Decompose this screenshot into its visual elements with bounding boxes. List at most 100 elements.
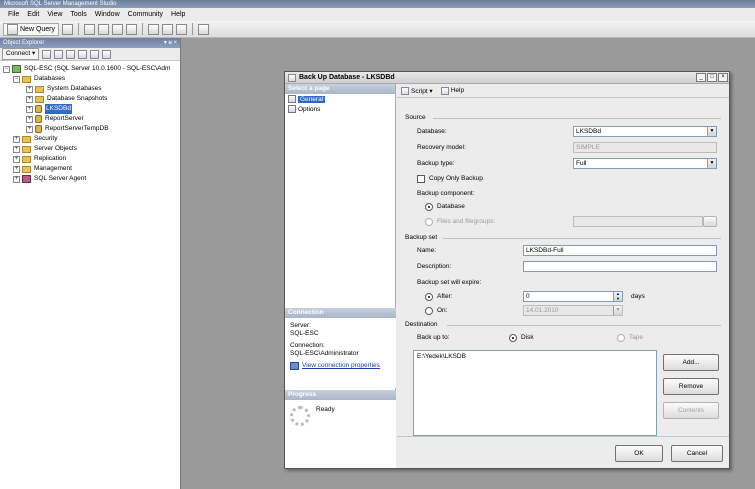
expire-after-radio[interactable]: [425, 293, 433, 301]
tree-node-databases[interactable]: − Databases: [0, 74, 180, 84]
refresh-icon[interactable]: [90, 49, 100, 59]
menu-help[interactable]: Help: [167, 8, 189, 21]
page-options[interactable]: Options: [285, 104, 395, 114]
menu-view[interactable]: View: [43, 8, 66, 21]
script-icon: [401, 86, 409, 95]
collapse-icon[interactable]: −: [13, 75, 20, 83]
save-all-icon[interactable]: [176, 23, 188, 35]
menu-tools[interactable]: Tools: [66, 8, 90, 21]
panel-pin-close-icons[interactable]: ▾ ᵾ ×: [164, 38, 177, 48]
tree-node-replication[interactable]: + Replication: [0, 154, 180, 164]
expand-icon[interactable]: +: [13, 155, 20, 163]
connect-engine-icon[interactable]: [42, 49, 52, 59]
backup-type-combo[interactable]: Full ▼: [573, 158, 717, 169]
component-database-radio[interactable]: [425, 203, 433, 211]
summary-icon[interactable]: [102, 49, 112, 59]
sql-agent-icon: [22, 175, 31, 183]
analysis-query-icon[interactable]: [98, 23, 110, 35]
connect-button[interactable]: Connect ▾: [2, 48, 40, 60]
expire-days-stepper[interactable]: 0 ▲ ▼: [523, 291, 623, 302]
new-file-icon[interactable]: [62, 23, 74, 35]
destination-disk-radio[interactable]: [509, 334, 517, 342]
backup-name-input[interactable]: LKSDBd-Full: [523, 245, 717, 256]
section-divider: [443, 238, 721, 239]
close-button[interactable]: ×: [718, 73, 728, 82]
tree-node-label: LKSDBd: [45, 104, 72, 114]
section-divider: [433, 118, 721, 119]
backup-set-section-label: Backup set: [405, 234, 438, 241]
expire-on-radio[interactable]: [425, 307, 433, 315]
expand-icon[interactable]: +: [13, 135, 20, 143]
tree-node-label: SQL Server Agent: [34, 175, 87, 182]
dialog-title-bar: Back Up Database - LKSDBd _ □ ×: [285, 72, 729, 84]
destination-tape-radio[interactable]: [617, 334, 625, 342]
open-folder-icon[interactable]: [148, 23, 160, 35]
component-files-label: Files and filegroups:: [437, 218, 496, 225]
xmla-query-icon[interactable]: [126, 23, 138, 35]
tree-node-security[interactable]: + Security: [0, 134, 180, 144]
menu-window[interactable]: Window: [91, 8, 124, 21]
database-engine-query-icon[interactable]: [84, 23, 96, 35]
spin-arrows-icon[interactable]: ▲ ▼: [613, 291, 622, 301]
remove-destination-button[interactable]: Remove: [663, 378, 719, 395]
contents-button[interactable]: Contents: [663, 402, 719, 419]
menu-file[interactable]: File: [4, 8, 23, 21]
server-label: Server:: [290, 322, 311, 329]
folder-icon: [22, 155, 31, 163]
expand-icon[interactable]: +: [13, 145, 20, 153]
tree-node-label: Databases: [34, 75, 66, 82]
filter-icon[interactable]: [78, 49, 88, 59]
stop-icon[interactable]: [66, 49, 76, 59]
tree-node-management[interactable]: + Management: [0, 164, 180, 174]
expand-icon[interactable]: +: [13, 175, 20, 183]
new-query-button[interactable]: New Query: [3, 22, 60, 36]
save-icon[interactable]: [162, 23, 174, 35]
cancel-button[interactable]: Cancel: [671, 445, 723, 462]
page-label: General: [298, 95, 326, 103]
menu-community[interactable]: Community: [124, 8, 167, 21]
add-destination-button[interactable]: Add...: [663, 354, 719, 371]
list-item[interactable]: E:\Yedek\LKSDB: [417, 353, 653, 360]
files-filegroups-field: [573, 216, 703, 227]
expand-icon[interactable]: +: [26, 95, 33, 103]
expand-icon[interactable]: +: [26, 105, 33, 113]
tree-node-server[interactable]: − SQL-ESC (SQL Server 10.0.1600 - SQL-ES…: [0, 64, 180, 74]
destination-list[interactable]: E:\Yedek\LKSDB: [413, 350, 657, 436]
tree-node-reportserver[interactable]: + ReportServer: [0, 114, 180, 124]
chevron-down-icon: ▼: [613, 306, 622, 315]
tree-node-lksdbd[interactable]: + LKSDBd: [0, 104, 180, 114]
tree-node-label: Replication: [34, 155, 67, 162]
disconnect-icon[interactable]: [54, 49, 64, 59]
view-connection-properties-link[interactable]: View connection properties: [290, 362, 391, 370]
progress-spinner-icon: [290, 406, 310, 426]
expand-icon[interactable]: +: [26, 85, 33, 93]
name-label: Name:: [417, 247, 437, 254]
expand-icon[interactable]: +: [13, 165, 20, 173]
maximize-button[interactable]: □: [707, 73, 717, 82]
ok-button[interactable]: OK: [615, 445, 663, 462]
activity-monitor-icon[interactable]: [198, 23, 210, 35]
tree-node-server-objects[interactable]: + Server Objects: [0, 144, 180, 154]
page-general[interactable]: General: [285, 94, 395, 104]
tree-node-system-databases[interactable]: + System Databases: [0, 84, 180, 94]
files-browse-button[interactable]: …: [703, 216, 717, 227]
folder-icon: [22, 135, 31, 143]
description-input[interactable]: [523, 261, 717, 272]
database-combo[interactable]: LKSDBd ▼: [573, 126, 717, 137]
component-files-radio[interactable]: [425, 218, 433, 226]
expand-icon[interactable]: +: [26, 115, 33, 123]
tree-node-reportservertempdb[interactable]: + ReportServerTempDB: [0, 124, 180, 134]
minimize-button[interactable]: _: [696, 73, 706, 82]
mdx-query-icon[interactable]: [112, 23, 124, 35]
tree-node-sql-agent[interactable]: + SQL Server Agent: [0, 174, 180, 184]
help-button[interactable]: Help: [440, 86, 464, 95]
copy-only-checkbox[interactable]: [417, 175, 425, 183]
menu-edit[interactable]: Edit: [23, 8, 43, 21]
script-button[interactable]: Script ▾: [401, 86, 433, 95]
expire-label: Backup set will expire:: [417, 279, 482, 286]
expand-icon[interactable]: +: [26, 125, 33, 133]
description-label: Description:: [417, 263, 452, 270]
tree-node-database-snapshots[interactable]: + Database Snapshots: [0, 94, 180, 104]
expire-date-picker: 14.01.2010 ▼: [523, 305, 623, 316]
collapse-icon[interactable]: −: [3, 65, 10, 73]
